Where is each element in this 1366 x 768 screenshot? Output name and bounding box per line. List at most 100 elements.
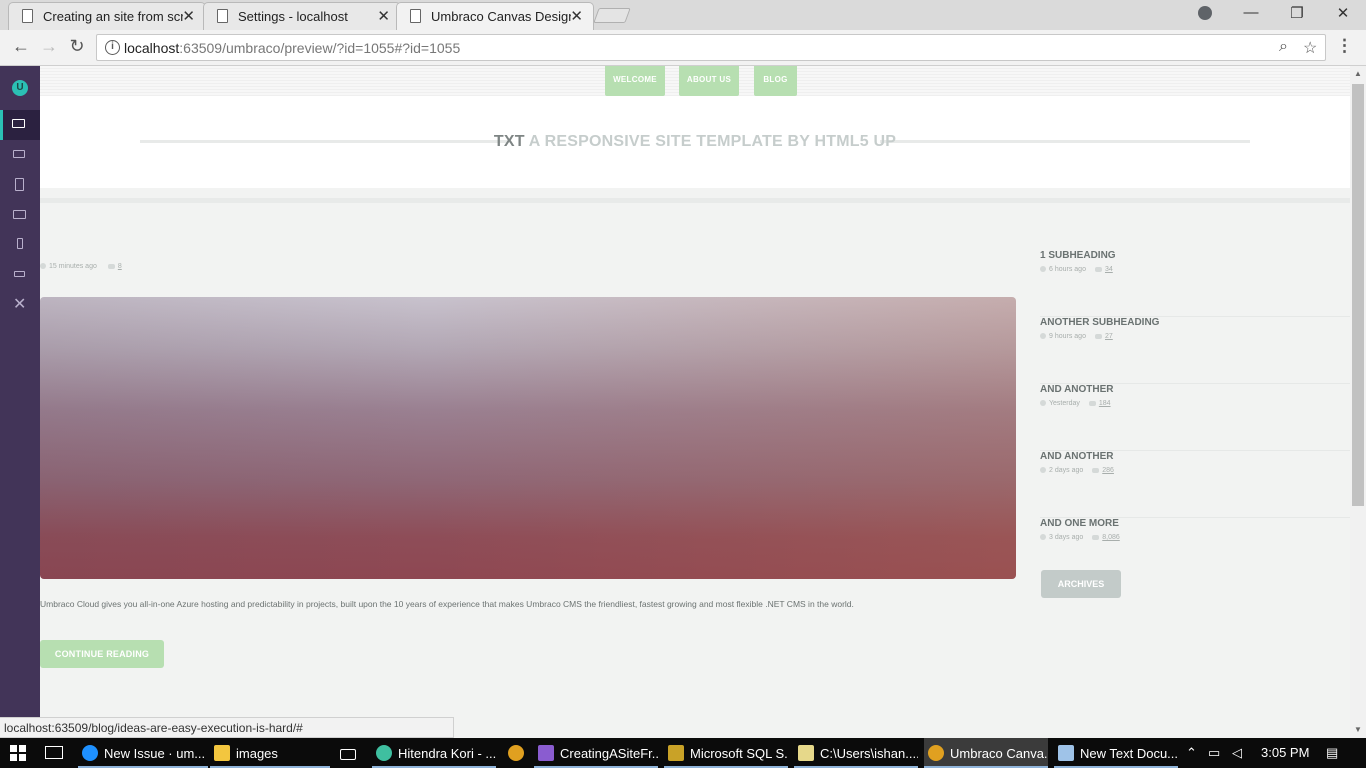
- edge-icon: [82, 745, 98, 761]
- restore-icon[interactable]: ❐: [1282, 4, 1312, 22]
- comment-count[interactable]: 8,086: [1102, 534, 1120, 541]
- nav-welcome[interactable]: WELCOME: [605, 66, 665, 96]
- clock-icon: [1040, 333, 1046, 340]
- notepad-icon: [1058, 745, 1074, 761]
- comment-count[interactable]: 27: [1105, 333, 1113, 340]
- scroll-up-icon[interactable]: ▲: [1354, 69, 1362, 78]
- umbraco-logo[interactable]: U: [12, 80, 28, 96]
- link-status-bubble: localhost:63509/blog/ideas-are-easy-exec…: [0, 717, 454, 738]
- network-icon[interactable]: ▭: [1208, 745, 1220, 761]
- sql-server-icon: [668, 745, 684, 761]
- sidebar-post-title[interactable]: AND ONE MORE: [1040, 518, 1119, 529]
- tab-umbraco-canvas[interactable]: Umbraco Canvas Designe ✕: [396, 2, 594, 30]
- url-text[interactable]: localhost:63509/umbraco/preview/?id=1055…: [124, 40, 460, 56]
- umbraco-preview-sidebar: U ✕: [0, 66, 40, 738]
- nav-about-us[interactable]: ABOUT US: [679, 66, 739, 96]
- clock-icon: [1040, 400, 1046, 407]
- app-icon: [376, 745, 392, 761]
- zoom-icon[interactable]: ⌕: [1279, 38, 1288, 56]
- back-icon[interactable]: ←: [10, 36, 32, 57]
- taskbar-item-edge[interactable]: New Issue · um...: [78, 738, 208, 768]
- reload-icon[interactable]: ↻: [66, 36, 88, 57]
- taskbar-item-app[interactable]: Hitendra Kori - ...: [372, 738, 496, 768]
- taskbar-item-chrome-umbraco[interactable]: Umbraco Canva...: [924, 738, 1048, 768]
- info-icon[interactable]: i: [105, 40, 120, 55]
- system-clock[interactable]: 3:05 PM: [1261, 745, 1309, 760]
- desktop-preview-button[interactable]: [0, 110, 40, 140]
- menu-icon[interactable]: ⋮: [1336, 36, 1353, 56]
- exit-preview-icon[interactable]: ✕: [13, 294, 26, 314]
- post-meta: 15 minutes ago 8: [40, 263, 122, 270]
- tab-settings[interactable]: Settings - localhost ✕: [203, 2, 401, 30]
- close-icon[interactable]: ✕: [570, 7, 583, 25]
- tablet-landscape-preview-button[interactable]: [0, 200, 40, 230]
- smartphone-landscape-preview-button[interactable]: [0, 260, 40, 290]
- scrollbar-thumb[interactable]: [1352, 84, 1364, 506]
- clock-icon: [1040, 534, 1046, 541]
- taskbar-item-visual-studio[interactable]: CreatingASiteFr...: [534, 738, 658, 768]
- sidebar-post-title[interactable]: AND ANOTHER: [1040, 451, 1114, 462]
- desktop-icon: [12, 119, 25, 128]
- continue-reading-button[interactable]: CONTINUE READING: [40, 640, 164, 668]
- task-view-icon[interactable]: [45, 746, 63, 759]
- archives-button[interactable]: ARCHIVES: [1041, 570, 1121, 598]
- taskbar-item-text-document[interactable]: New Text Docu...: [1054, 738, 1178, 768]
- forward-icon[interactable]: →: [38, 36, 60, 57]
- sidebar-post-title[interactable]: 1 SUBHEADING: [1040, 250, 1116, 261]
- close-window-icon[interactable]: ✕: [1328, 4, 1358, 22]
- sidebar-post: ANOTHER SUBHEADING 9 hours ago 27: [1040, 317, 1350, 384]
- page-viewport: WELCOME ABOUT US BLOG TXT A RESPONSIVE S…: [40, 66, 1350, 738]
- taskbar-item-sql-server[interactable]: Microsoft SQL S...: [664, 738, 788, 768]
- tab-title: Umbraco Canvas Designe: [431, 9, 571, 24]
- volume-icon[interactable]: ◁: [1232, 745, 1242, 761]
- tab-strip: Creating an site from scra ✕ Settings - …: [0, 0, 1366, 30]
- smartphone-portrait-icon: [17, 238, 23, 249]
- site-banner: TXT A RESPONSIVE SITE TEMPLATE BY HTML5 …: [40, 96, 1350, 188]
- sidebar-post-meta: 9 hours ago 27: [1040, 333, 1113, 340]
- profile-icon[interactable]: [1198, 6, 1212, 20]
- sidebar-post: 1 SUBHEADING 6 hours ago 34: [1040, 250, 1350, 317]
- laptop-icon: [13, 150, 25, 158]
- banner-border: [40, 198, 1350, 203]
- taskbar-item-chrome[interactable]: [504, 738, 530, 768]
- comment-count[interactable]: 286: [1102, 467, 1114, 474]
- smartphone-portrait-preview-button[interactable]: [0, 230, 40, 260]
- windows-taskbar: New Issue · um... images Hitendra Kori -…: [0, 738, 1366, 768]
- taskbar-item-explorer[interactable]: images: [210, 738, 330, 768]
- smartphone-landscape-icon: [14, 271, 25, 277]
- address-bar[interactable]: i localhost:63509/umbraco/preview/?id=10…: [96, 34, 1326, 61]
- minimize-icon[interactable]: —: [1236, 4, 1266, 21]
- tablet-landscape-icon: [13, 210, 26, 219]
- windows-start-icon[interactable]: [10, 745, 26, 761]
- taskbar-item-mail[interactable]: [340, 738, 364, 768]
- page-icon: [22, 9, 33, 23]
- new-tab-button[interactable]: [593, 8, 631, 23]
- laptop-preview-button[interactable]: [0, 140, 40, 170]
- mail-icon: [340, 749, 356, 760]
- sidebar-post-meta: 6 hours ago 34: [1040, 266, 1113, 273]
- close-icon[interactable]: ✕: [377, 7, 390, 25]
- taskbar-item-notepad[interactable]: C:\Users\ishan....: [794, 738, 918, 768]
- tab-creating-site[interactable]: Creating an site from scra ✕: [8, 2, 206, 30]
- comment-icon: [1088, 400, 1096, 406]
- sidebar-post-title[interactable]: ANOTHER SUBHEADING: [1040, 317, 1159, 328]
- nav-blog[interactable]: BLOG: [754, 66, 797, 96]
- post-hero-image[interactable]: [40, 297, 1016, 579]
- site-title[interactable]: TXT A RESPONSIVE SITE TEMPLATE BY HTML5 …: [40, 133, 1350, 151]
- action-center-icon[interactable]: ▤: [1326, 745, 1338, 761]
- notepad-icon: [798, 745, 814, 761]
- sidebar-post: AND ANOTHER Yesterday 184: [1040, 384, 1350, 451]
- clock-icon: [40, 263, 46, 270]
- comment-count[interactable]: 184: [1099, 400, 1111, 407]
- comment-count[interactable]: 34: [1105, 266, 1113, 273]
- close-icon[interactable]: ✕: [182, 7, 195, 25]
- show-hidden-icons[interactable]: ⌃: [1186, 745, 1197, 761]
- bookmark-star-icon[interactable]: ☆: [1303, 38, 1317, 58]
- clock-icon: [1040, 266, 1046, 273]
- tablet-portrait-preview-button[interactable]: [0, 170, 40, 200]
- sidebar-post-title[interactable]: AND ANOTHER: [1040, 384, 1114, 395]
- scroll-down-icon[interactable]: ▼: [1354, 725, 1362, 734]
- post-comment-count[interactable]: 8: [118, 263, 122, 270]
- folder-icon: [214, 745, 230, 761]
- browser-toolbar: ← → ↻ i localhost:63509/umbraco/preview/…: [0, 30, 1366, 66]
